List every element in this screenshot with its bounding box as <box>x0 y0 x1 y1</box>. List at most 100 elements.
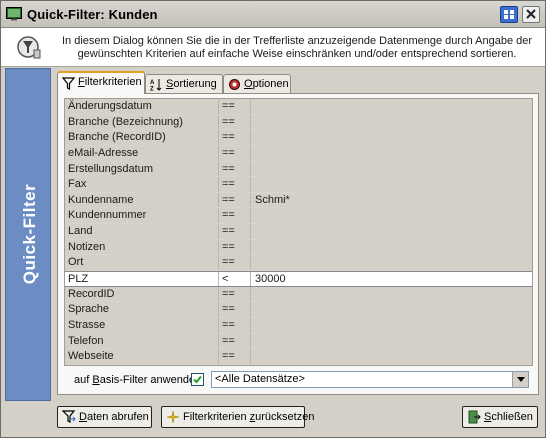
filter-row[interactable]: eMail-Adresse == <box>65 145 532 162</box>
filter-field-name: Strasse <box>65 317 219 333</box>
filter-field-name: Ort <box>65 255 219 271</box>
close-icon <box>526 9 536 19</box>
filter-row[interactable]: Fax == <box>65 177 532 193</box>
quick-filter-window: Quick-Filter: Kunden In diesem Dialog kö… <box>0 0 546 438</box>
filter-row[interactable]: RecordID == <box>65 286 532 303</box>
filter-field-name: Kundenname <box>65 192 219 208</box>
daten-abrufen-button[interactable]: Daten abrufen <box>57 406 152 428</box>
sidebar-banner: Quick-Filter <box>5 68 51 401</box>
filter-value-input[interactable] <box>251 240 532 255</box>
title-bar[interactable]: Quick-Filter: Kunden <box>1 1 545 28</box>
exit-door-icon <box>468 410 481 424</box>
filter-field-name: Notizen <box>65 239 219 255</box>
filter-field-name: Branche (RecordID) <box>65 130 219 145</box>
filter-value-input[interactable] <box>251 349 532 364</box>
filter-row[interactable]: Sprache == <box>65 302 532 318</box>
filter-field-name: PLZ <box>65 272 219 286</box>
dropdown-button[interactable] <box>512 372 528 387</box>
filter-operator[interactable]: == <box>219 130 251 145</box>
filter-value-input[interactable] <box>251 99 532 114</box>
filter-value-input[interactable] <box>251 177 532 192</box>
checkmark-icon <box>193 375 202 384</box>
basis-filter-select-value: <Alle Datensätze> <box>215 373 305 385</box>
header-description: In diesem Dialog können Sie die in der T… <box>61 35 533 60</box>
chevron-down-icon <box>517 377 525 382</box>
filter-operator[interactable]: == <box>219 99 251 114</box>
filter-operator[interactable]: == <box>219 239 251 255</box>
filter-help-icon <box>17 36 41 59</box>
funnel-run-icon <box>62 410 76 423</box>
filter-value-input[interactable] <box>251 115 532 130</box>
filter-row[interactable]: Kundennummer == <box>65 208 532 225</box>
tab-sortierung[interactable]: A Z Sortierung <box>145 74 223 94</box>
filter-row[interactable]: Land == <box>65 224 532 240</box>
filter-row[interactable]: Branche (RecordID) == <box>65 130 532 146</box>
filter-row[interactable]: Notizen == <box>65 239 532 256</box>
filter-value-input[interactable] <box>251 208 532 223</box>
filter-operator[interactable]: == <box>219 208 251 224</box>
filter-row[interactable]: Kundenname == Schmi* <box>65 192 532 209</box>
filter-operator[interactable]: == <box>219 333 251 349</box>
filter-value-input[interactable] <box>251 146 532 161</box>
filter-operator[interactable]: == <box>219 286 251 302</box>
funnel-icon <box>62 77 75 90</box>
filter-operator[interactable]: == <box>219 114 251 130</box>
filter-panel: Änderungsdatum == Branche (Bezeichnung) == B… <box>57 93 539 395</box>
filter-operator[interactable]: < <box>219 272 251 286</box>
svg-text:Z: Z <box>150 87 154 92</box>
filter-value-input[interactable] <box>251 334 532 349</box>
filter-operator[interactable]: == <box>219 145 251 161</box>
sparkle-icon <box>166 410 180 424</box>
filter-value-input[interactable] <box>251 130 532 145</box>
filter-value-input[interactable] <box>251 287 532 302</box>
filter-operator[interactable]: == <box>219 192 251 208</box>
filter-row[interactable]: Webseite == <box>65 349 532 365</box>
filter-row[interactable]: Änderungsdatum == <box>65 99 532 115</box>
sidebar-label: Quick-Filter <box>20 183 39 285</box>
tab-optionen-label: Optionen <box>244 78 289 90</box>
filter-field-name: Sprache <box>65 302 219 317</box>
filter-row[interactable]: Strasse == <box>65 317 532 334</box>
filter-field-name: Branche (Bezeichnung) <box>65 114 219 130</box>
tab-filterkriterien-label: Filterkriterien <box>78 76 142 88</box>
filter-value-input[interactable] <box>251 224 532 239</box>
filter-field-name: Erstellungsdatum <box>65 161 219 177</box>
filter-field-name: Kundennummer <box>65 208 219 224</box>
filter-grid[interactable]: Änderungsdatum == Branche (Bezeichnung) == B… <box>64 98 533 366</box>
filter-operator[interactable]: == <box>219 177 251 192</box>
filter-field-name: RecordID <box>65 286 219 302</box>
filter-operator[interactable]: == <box>219 302 251 317</box>
filter-operator[interactable]: == <box>219 317 251 333</box>
filter-value-input[interactable] <box>251 162 532 177</box>
close-window-button[interactable] <box>522 6 540 23</box>
window-title: Quick-Filter: Kunden <box>27 7 158 22</box>
schliessen-button[interactable]: Schließen <box>462 406 538 428</box>
grid-view-button[interactable] <box>500 6 518 23</box>
filter-operator[interactable]: == <box>219 161 251 177</box>
basis-filter-checkbox[interactable] <box>191 373 204 386</box>
filter-row[interactable]: Telefon == <box>65 333 532 350</box>
filter-operator[interactable]: == <box>219 255 251 271</box>
svg-text:A: A <box>150 80 155 86</box>
filter-value-input[interactable] <box>251 302 532 317</box>
filter-value-input[interactable]: Schmi* <box>251 193 532 208</box>
filter-field-name: Telefon <box>65 333 219 349</box>
filter-value-input[interactable] <box>251 255 532 270</box>
app-icon <box>6 7 22 21</box>
dialog-header: In diesem Dialog können Sie die in der T… <box>1 28 545 67</box>
tab-optionen[interactable]: Optionen <box>223 74 291 94</box>
filter-row[interactable]: Ort == <box>65 255 532 272</box>
options-icon <box>229 79 240 90</box>
filter-operator[interactable]: == <box>219 349 251 364</box>
filter-row[interactable]: PLZ <30000 <box>65 271 532 287</box>
filterkriterien-zuruecksetzen-button[interactable]: Filterkriterien zurücksetzen <box>161 406 314 428</box>
filter-value-input[interactable] <box>251 318 532 333</box>
filter-row[interactable]: Erstellungsdatum == <box>65 161 532 178</box>
basis-filter-select[interactable]: <Alle Datensätze> <box>211 371 529 388</box>
filter-field-name: Land <box>65 224 219 239</box>
tab-filterkriterien[interactable]: Filterkriterien <box>57 71 145 94</box>
filter-value-input[interactable]: 30000 <box>251 272 532 286</box>
filter-operator[interactable]: == <box>219 224 251 239</box>
filter-row[interactable]: Branche (Bezeichnung) == <box>65 114 532 131</box>
filter-field-name: Änderungsdatum <box>65 99 219 114</box>
